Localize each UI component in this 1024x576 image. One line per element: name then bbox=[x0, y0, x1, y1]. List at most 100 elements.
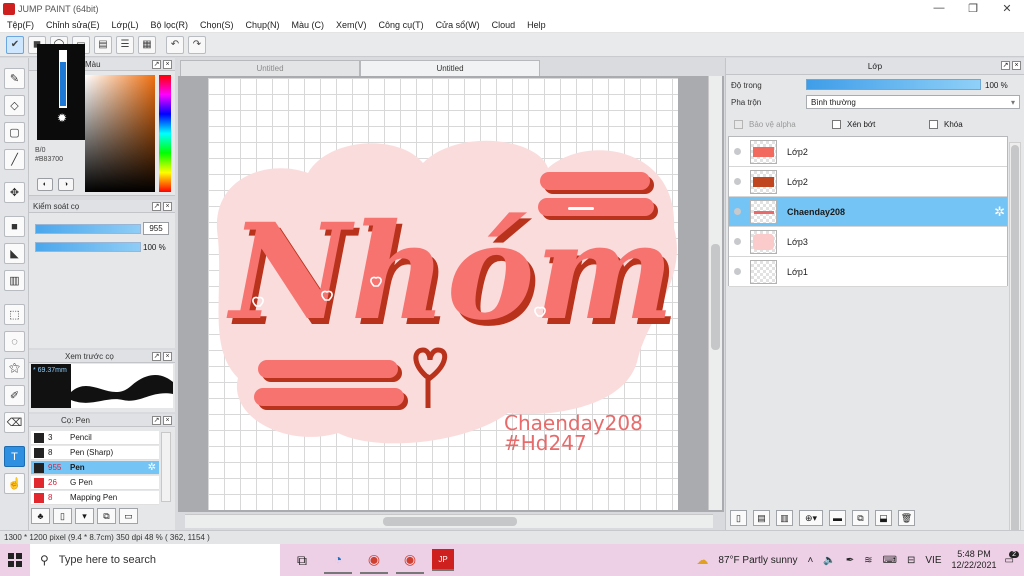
menu-color[interactable]: Màu (C) bbox=[285, 20, 330, 30]
panel-close-icon[interactable]: × bbox=[163, 416, 172, 425]
add-layer-menu-icon[interactable]: ⊕▾ bbox=[799, 510, 823, 526]
language-indicator[interactable]: VIE bbox=[925, 555, 941, 566]
new-raster-layer-icon[interactable]: ▤ bbox=[753, 510, 770, 526]
jump-paint-app-icon[interactable]: JP bbox=[432, 549, 454, 571]
scroll-thumb[interactable] bbox=[1011, 145, 1019, 549]
panel-float-icon[interactable]: ↗ bbox=[1001, 61, 1010, 70]
select-pen-icon[interactable]: ✐ bbox=[4, 385, 25, 406]
clock[interactable]: 5:48 PM 12/22/2021 bbox=[952, 549, 997, 571]
panel-float-icon[interactable]: ↗ bbox=[152, 60, 161, 69]
text-tool-icon[interactable]: T bbox=[4, 446, 25, 467]
copy-brush-icon[interactable]: ⧉ bbox=[97, 508, 116, 524]
rect-tool-icon[interactable]: ▢ bbox=[4, 122, 25, 143]
gear-icon[interactable]: ✲ bbox=[148, 462, 156, 473]
layer-list-scrollbar[interactable] bbox=[1009, 142, 1021, 554]
volume-icon[interactable]: 🔈 bbox=[823, 555, 835, 566]
brush-list-scrollbar[interactable] bbox=[161, 432, 171, 502]
edge-browser-icon[interactable]: ◔ bbox=[324, 546, 352, 574]
new-layer-8bit-icon[interactable]: ▥ bbox=[776, 510, 793, 526]
brush-opacity-slider[interactable] bbox=[35, 242, 141, 252]
bucket-tool-icon[interactable]: ◣ bbox=[4, 243, 25, 264]
color-swap-icon[interactable]: ◑ bbox=[58, 178, 74, 191]
page-icon[interactable]: ▤ bbox=[94, 35, 112, 54]
close-button[interactable]: ✕ bbox=[990, 2, 1024, 15]
visibility-icon[interactable] bbox=[734, 148, 741, 155]
redo-icon[interactable]: ↷ bbox=[188, 35, 206, 54]
duplicate-layer-icon[interactable]: ⧉ bbox=[852, 510, 869, 526]
menu-filter[interactable]: Bộ lọc(R) bbox=[143, 20, 193, 30]
layer-opacity-slider[interactable] bbox=[806, 79, 981, 90]
canvas-vertical-scrollbar[interactable] bbox=[708, 76, 722, 510]
gradient-tool-icon[interactable]: ▥ bbox=[4, 270, 25, 291]
merge-layer-icon[interactable]: ⬓ bbox=[875, 510, 892, 526]
task-view-icon[interactable]: ⧉ bbox=[288, 546, 316, 574]
delete-layer-icon[interactable]: 🗑 bbox=[898, 510, 915, 526]
lasso-tool-icon[interactable]: ◌ bbox=[4, 331, 25, 352]
panel-close-icon[interactable]: × bbox=[1012, 61, 1021, 70]
eraser-tool-icon[interactable]: ◇ bbox=[4, 95, 25, 116]
menu-tools[interactable]: Công cụ(T) bbox=[372, 20, 429, 30]
layer-item[interactable]: Lớp1 bbox=[729, 257, 1007, 287]
drawing-canvas[interactable]: Nhóm Nhóm Chaenday208 #Hd247 bbox=[208, 78, 678, 510]
keyboard-icon[interactable]: ⌨ bbox=[883, 555, 897, 566]
panel-close-icon[interactable]: × bbox=[163, 202, 172, 211]
panel-close-icon[interactable]: × bbox=[163, 60, 172, 69]
windows-start-icon[interactable] bbox=[0, 544, 30, 576]
line-tool-icon[interactable]: ╱ bbox=[4, 149, 25, 170]
lock-checkbox[interactable]: Khóa bbox=[929, 120, 963, 129]
menu-view[interactable]: Xem(V) bbox=[329, 20, 372, 30]
layer-item-selected[interactable]: Chaenday208 ✲ bbox=[729, 197, 1007, 227]
hue-slider[interactable] bbox=[159, 75, 171, 192]
brightness-slider[interactable] bbox=[59, 50, 67, 108]
scroll-thumb[interactable] bbox=[383, 517, 517, 526]
select-eraser-icon[interactable]: ⌫ bbox=[4, 412, 25, 433]
brush-settings-icon[interactable]: ♣ bbox=[31, 508, 50, 524]
brush-item-pen-sharp[interactable]: 8 Pen (Sharp) bbox=[31, 446, 159, 460]
chrome-profile-icon[interactable]: ◉ bbox=[396, 546, 424, 574]
undo-icon[interactable]: ↶ bbox=[166, 35, 184, 54]
maximize-button[interactable]: ❐ bbox=[956, 2, 990, 15]
menu-layer[interactable]: Lớp(L) bbox=[105, 20, 144, 30]
menu-select[interactable]: Chọn(S) bbox=[193, 20, 239, 30]
menu-file[interactable]: Tệp(F) bbox=[0, 20, 39, 30]
menu-help[interactable]: Help bbox=[520, 20, 551, 30]
pen-icon[interactable]: ✒ bbox=[846, 555, 854, 566]
brush-menu-icon[interactable]: ▾ bbox=[75, 508, 94, 524]
panel-close-icon[interactable]: × bbox=[163, 352, 172, 361]
saturation-value-picker[interactable] bbox=[85, 75, 155, 192]
magic-wand-icon[interactable]: ⚝ bbox=[4, 358, 25, 379]
gear-icon[interactable]: ✲ bbox=[994, 204, 1005, 220]
minimize-button[interactable]: — bbox=[922, 2, 956, 15]
visibility-icon[interactable] bbox=[734, 178, 741, 185]
select-rect-icon[interactable]: ⬚ bbox=[4, 304, 25, 325]
layer-item[interactable]: Lớp3 bbox=[729, 227, 1007, 257]
list-icon[interactable]: ☰ bbox=[116, 35, 134, 54]
menu-edit[interactable]: Chỉnh sửa(E) bbox=[39, 20, 105, 30]
brush-size-value[interactable]: 955 bbox=[143, 222, 169, 235]
menu-capture[interactable]: Chụp(N) bbox=[239, 20, 285, 30]
wifi-icon[interactable]: ≋ bbox=[864, 555, 872, 566]
brush-item-pen[interactable]: 955 Pen ✲ bbox=[31, 461, 159, 475]
weather-text[interactable]: 87°F Partly sunny bbox=[718, 555, 797, 566]
snap-toggle-icon[interactable]: ✔ bbox=[6, 35, 24, 54]
tab-untitled-1[interactable]: Untitled bbox=[180, 60, 360, 76]
scroll-thumb[interactable] bbox=[711, 244, 720, 350]
color-palette-icon[interactable]: ◐ bbox=[37, 178, 53, 191]
visibility-icon[interactable] bbox=[734, 268, 741, 275]
taskbar-search-box[interactable]: ⚲ Type here to search bbox=[30, 544, 280, 576]
brush-tool-icon[interactable]: ✎ bbox=[4, 68, 25, 89]
new-layer-icon[interactable]: ▯ bbox=[730, 510, 747, 526]
brush-size-slider[interactable] bbox=[35, 224, 141, 234]
input-method-icon[interactable]: ⊟ bbox=[907, 555, 915, 566]
visibility-icon[interactable] bbox=[734, 208, 741, 215]
blend-mode-select[interactable]: Bình thường ▾ bbox=[806, 95, 1020, 109]
brush-item-pencil[interactable]: 3 Pencil bbox=[31, 431, 159, 445]
chrome-icon[interactable]: ◉ bbox=[360, 546, 388, 574]
notification-icon[interactable]: ▭ 2 bbox=[1005, 550, 1019, 566]
visibility-icon[interactable] bbox=[734, 238, 741, 245]
panel-float-icon[interactable]: ↗ bbox=[152, 416, 161, 425]
brush-item-g-pen[interactable]: 26 G Pen bbox=[31, 476, 159, 490]
fill-shape-icon[interactable]: ■ bbox=[4, 216, 25, 237]
new-brush-icon[interactable]: ▯ bbox=[53, 508, 72, 524]
clipping-checkbox[interactable]: Xén bớt bbox=[832, 120, 875, 129]
